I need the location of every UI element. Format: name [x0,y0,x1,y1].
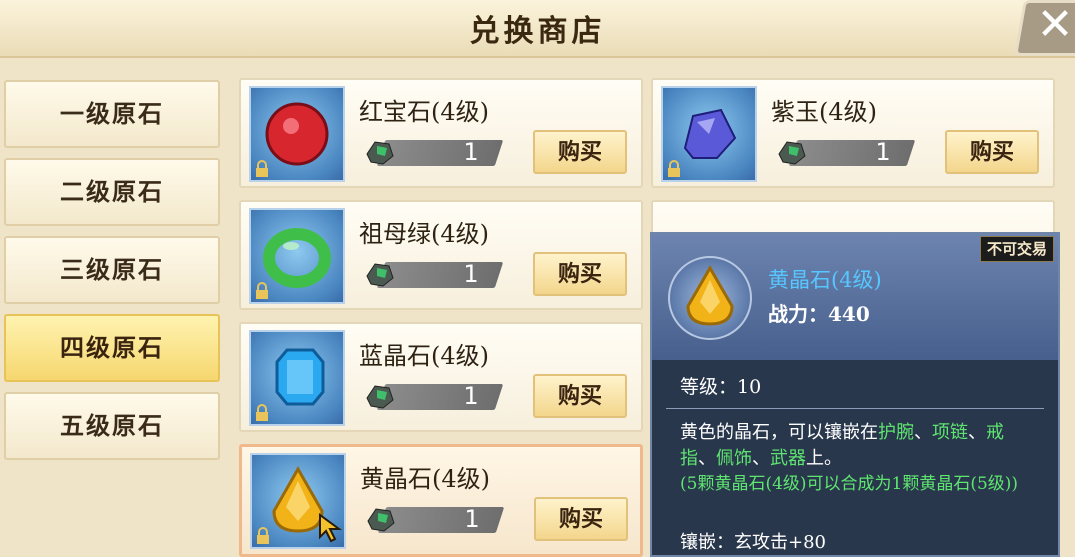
tooltip-item-name: 黄晶石(4级) [768,268,882,292]
desc-prefix: 黄色的晶石，可以镶嵌在 [680,422,878,443]
ore-cost-icon [366,263,394,287]
desc-sep: 、 [914,422,932,443]
item-name: 祖母绿(4级) [359,220,489,248]
desc-sep: 、 [698,448,716,469]
buy-button[interactable]: 购买 [945,130,1039,174]
item-name: 红宝石(4级) [359,98,489,126]
item-quantity: 1 [463,138,479,166]
desc-slot: 佩饰 [716,448,752,469]
tooltip-header: 不可交易 黄晶石(4级) 战力：440 [652,234,1058,360]
ore-cost-icon [366,141,394,165]
desc-slot: 项链 [932,422,968,443]
tooltip-divider [666,408,1044,409]
buy-button[interactable]: 购买 [533,374,627,418]
buy-button[interactable]: 购买 [533,252,627,296]
item-quantity: 1 [463,382,479,410]
category-tier-3[interactable]: 三级原石 [4,236,220,304]
shop-item-emerald[interactable]: 祖母绿(4级) 1 购买 [239,200,643,310]
category-tier-1[interactable]: 一级原石 [4,80,220,148]
item-quantity: 1 [463,260,479,288]
lock-icon [256,160,268,177]
lock-icon [668,160,680,177]
close-icon: ✕ [1036,0,1074,50]
item-quantity: 1 [875,138,891,166]
shop-header: 兑换商店 ✕ [0,0,1075,58]
item-tooltip: 不可交易 黄晶石(4级) 战力：440 等级：10 黄色的晶石，可以镶嵌在护腕、… [650,232,1060,557]
untradeable-badge: 不可交易 [979,236,1054,262]
page-title: 兑换商店 [469,14,606,49]
category-tier-5[interactable]: 五级原石 [4,392,220,460]
ore-cost-icon [366,385,394,409]
tooltip-level: 等级：10 [680,376,762,398]
tooltip-inlay: 镶嵌：玄攻击+80 [680,532,826,553]
tooltip-power: 战力：440 [768,302,870,326]
close-button[interactable]: ✕ [1014,0,1075,56]
item-icon-frame [249,330,345,426]
buy-button[interactable]: 购买 [533,130,627,174]
lock-icon [257,527,269,544]
shop-item-purple-jade[interactable]: 紫玉(4级) 1 购买 [651,78,1055,188]
lock-icon [256,282,268,299]
tooltip-icon-frame [668,256,752,340]
ore-cost-icon [367,508,395,532]
lock-icon [256,404,268,421]
cursor-icon [319,513,343,543]
item-icon-frame [661,86,757,182]
buy-button[interactable]: 购买 [534,497,628,541]
item-icon-frame [249,86,345,182]
shop-item-blue-crystal[interactable]: 蓝晶石(4级) 1 购买 [239,322,643,432]
shop-item-ruby[interactable]: 红宝石(4级) 1 购买 [239,78,643,188]
desc-sep: 、 [752,448,770,469]
shop-item-topaz[interactable]: 黄晶石(4级) 1 购买 [239,444,643,557]
item-name: 紫玉(4级) [771,98,877,126]
item-icon-frame [249,208,345,304]
category-tier-4[interactable]: 四级原石 [4,314,220,382]
tooltip-description: 黄色的晶石，可以镶嵌在护腕、项链、戒指、佩饰、武器上。 [680,420,1030,472]
item-name: 蓝晶石(4级) [359,342,489,370]
item-quantity: 1 [464,505,480,533]
desc-slot: 武器 [770,448,806,469]
item-name: 黄晶石(4级) [360,465,490,493]
desc-sep: 、 [968,422,986,443]
category-tier-2[interactable]: 二级原石 [4,158,220,226]
desc-suffix: 上。 [806,448,842,469]
ore-cost-icon [778,141,806,165]
desc-slot: 护腕 [878,422,914,443]
tooltip-synthesis: (5颗黄晶石(4级)可以合成为1颗黄晶石(5级)) [680,474,1019,494]
topaz-icon [686,265,734,326]
